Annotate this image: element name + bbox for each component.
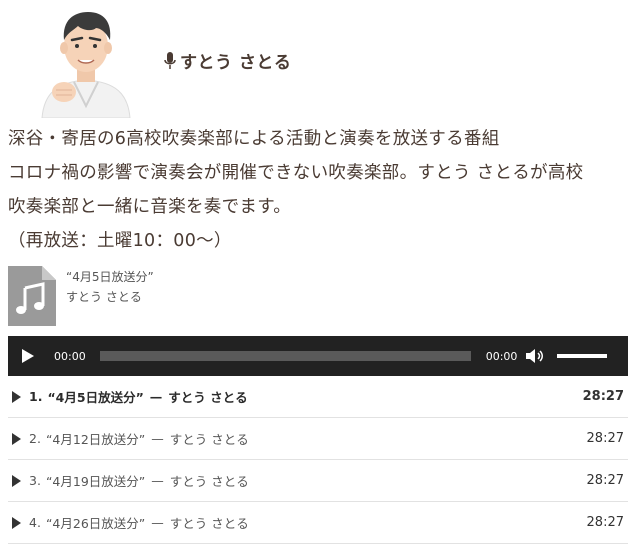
playlist-item-number: 4.: [29, 515, 41, 530]
current-track-info: “4月5日放送分” すとう さとる: [8, 264, 308, 326]
description-line: 吹奏楽部と一緒に音楽を奏でます。: [8, 197, 292, 217]
play-arrow-icon: [12, 432, 21, 445]
host-name-text: すとう さとる: [180, 53, 292, 73]
current-track-title: “4月5日放送分”: [66, 270, 154, 284]
description-line: 深谷・寄居の6高校吹奏楽部による活動と演奏を放送する番組: [8, 129, 500, 149]
microphone-icon: [164, 51, 176, 69]
playlist-item-title: “4月12日放送分”: [45, 432, 146, 447]
progress-rail[interactable]: [99, 351, 471, 361]
mute-button[interactable]: [525, 345, 547, 367]
current-track-artist: すとう さとる: [66, 290, 142, 304]
playlist-item[interactable]: 2. “4月12日放送分” — すとう さとる 28:27: [8, 418, 628, 460]
playlist-item-artist: すとう さとる: [169, 432, 249, 447]
playlist-item[interactable]: 4. “4月26日放送分” — すとう さとる 28:27: [8, 502, 628, 544]
playlist-item[interactable]: 1. “4月5日放送分” — すとう さとる 28:27: [8, 376, 628, 418]
playlist-item-length: 28:27: [586, 515, 624, 530]
playlist-item-artist: すとう さとる: [169, 474, 249, 489]
volume-slider[interactable]: [557, 354, 608, 358]
playlist-item-length: 28:27: [586, 473, 624, 488]
play-icon: [22, 349, 34, 363]
playlist-item[interactable]: 3. “4月19日放送分” — すとう さとる 28:27: [8, 460, 628, 502]
description-line: コロナ禍の影響で演奏会が開催できない吹奏楽部。すとう さとるが高校: [8, 163, 584, 183]
volume-icon: [526, 349, 544, 363]
playlist-item-length: 28:27: [586, 431, 624, 446]
playlist-item-artist: すとう さとる: [169, 516, 249, 531]
playlist-item-number: 1.: [29, 389, 43, 404]
audio-file-icon: [8, 266, 56, 326]
program-description: 深谷・寄居の6高校吹奏楽部による活動と演奏を放送する番組 コロナ禍の影響で演奏会…: [8, 122, 633, 258]
current-time: 00:00: [54, 349, 86, 363]
playlist-item-separator: —: [151, 515, 164, 530]
playlist-item-number: 2.: [29, 431, 41, 446]
playlist-item-number: 3.: [29, 473, 41, 488]
play-arrow-icon: [12, 390, 21, 403]
play-button[interactable]: [8, 336, 48, 376]
playlist-item-separator: —: [149, 389, 163, 404]
playlist: 1. “4月5日放送分” — すとう さとる 28:27 2. “4月12日放送…: [8, 376, 628, 544]
playlist-item-artist: すとう さとる: [168, 390, 248, 405]
description-line: （再放送：土曜10：00～）: [8, 231, 232, 251]
audio-player: 00:00 00:00: [8, 336, 628, 376]
playlist-item-separator: —: [151, 473, 164, 488]
play-arrow-icon: [12, 516, 21, 529]
play-arrow-icon: [12, 474, 21, 487]
duration: 00:00: [485, 349, 518, 363]
host-avatar: [41, 12, 131, 118]
playlist-item-separator: —: [151, 431, 164, 446]
host-name: すとう さとる: [164, 48, 291, 73]
playlist-item-title: “4月5日放送分”: [47, 390, 144, 405]
playlist-item-title: “4月26日放送分”: [45, 516, 146, 531]
playlist-item-title: “4月19日放送分”: [45, 474, 146, 489]
playlist-item-length: 28:27: [582, 389, 624, 404]
